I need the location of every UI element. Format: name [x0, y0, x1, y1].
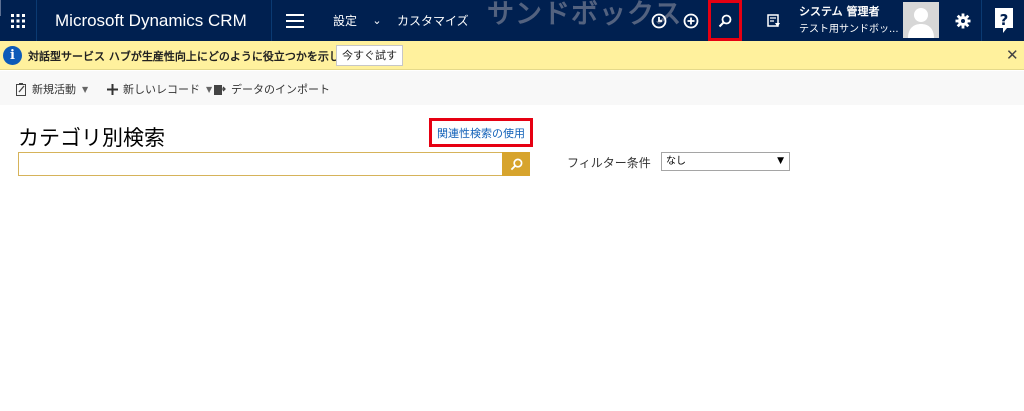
search-icon: [718, 14, 732, 27]
quick-create-button[interactable]: [677, 0, 705, 41]
task-icon: [767, 13, 780, 27]
main-menu-button[interactable]: [273, 0, 317, 41]
history-icon: [651, 13, 667, 28]
nav-settings-dropdown[interactable]: ⌄: [369, 0, 385, 41]
new-record-label: 新しいレコード: [123, 83, 200, 96]
new-activity-button[interactable]: 新規活動 ▼: [16, 81, 88, 97]
search-button[interactable]: [708, 0, 742, 41]
filter-selected-value: なし: [666, 156, 686, 167]
search-submit-button[interactable]: [502, 152, 530, 176]
avatar[interactable]: [903, 2, 939, 38]
command-bar: 新規活動 ▼ 新しいレコード ▼ データのインポート: [0, 71, 1024, 105]
notification-bar: i 対話型サービス ハブが生産性向上にどのように役立つかを示します。 今すぐ試す…: [0, 41, 1024, 70]
brand-title[interactable]: Microsoft Dynamics CRM: [38, 0, 272, 41]
help-icon: ?: [995, 8, 1013, 33]
new-activity-icon: [16, 82, 26, 96]
settings-button[interactable]: [948, 0, 978, 41]
search-icon: [510, 158, 522, 170]
gear-icon: [955, 13, 971, 28]
add-icon: [683, 13, 699, 28]
app-launcher-icon: [11, 13, 25, 28]
svg-text:?: ?: [1000, 11, 1009, 29]
new-record-button[interactable]: 新しいレコード ▼: [107, 81, 212, 97]
chevron-down-icon: ▼: [777, 156, 784, 166]
help-button[interactable]: ?: [981, 0, 1024, 41]
chevron-down-icon: ▼: [82, 84, 89, 94]
import-data-button[interactable]: データのインポート: [214, 81, 330, 97]
top-navigation-bar: Microsoft Dynamics CRM 設定 ⌄ カスタマイズ サンドボッ…: [0, 0, 1024, 41]
import-icon: [214, 84, 226, 95]
search-input[interactable]: [18, 152, 503, 176]
import-data-label: データのインポート: [231, 83, 330, 96]
filter-label: フィルター条件: [567, 156, 651, 170]
app-launcher-button[interactable]: [0, 0, 37, 41]
filter-select[interactable]: なし ▼: [661, 152, 790, 171]
recent-items-button[interactable]: [645, 0, 673, 41]
task-flow-button[interactable]: [760, 0, 788, 41]
chevron-down-icon: ▼: [206, 84, 213, 94]
new-activity-label: 新規活動: [32, 83, 76, 96]
nav-settings[interactable]: 設定: [333, 0, 357, 41]
user-avatar-icon: [908, 8, 934, 38]
nav-customize[interactable]: カスタマイズ: [397, 0, 469, 41]
try-now-button[interactable]: 今すぐ試す: [336, 45, 403, 66]
user-role: システム 管理者: [799, 5, 880, 18]
hamburger-menu-icon: [286, 13, 304, 28]
user-info[interactable]: システム 管理者 テスト用サンドボッ...: [799, 3, 899, 35]
page-title: カテゴリ別検索: [18, 126, 165, 150]
close-notification-button[interactable]: ✕: [1006, 46, 1019, 64]
plus-icon: [107, 83, 118, 95]
notification-text: 対話型サービス ハブが生産性向上にどのように役立つかを示します。: [28, 50, 372, 63]
user-org: テスト用サンドボッ...: [799, 24, 899, 35]
info-icon: i: [3, 46, 22, 65]
use-relevance-search-link[interactable]: 関連性検索の使用: [429, 118, 533, 147]
